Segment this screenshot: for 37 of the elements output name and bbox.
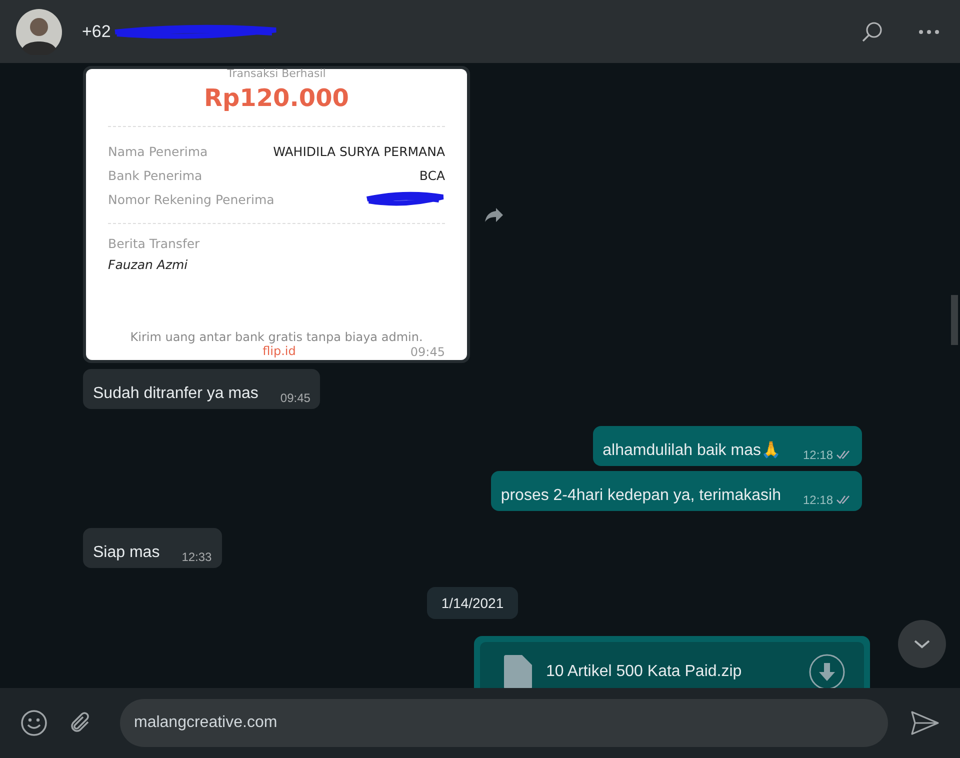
message-text: proses 2-4hari kedepan ya, terimakasih	[500, 487, 781, 505]
search-icon[interactable]	[860, 20, 884, 44]
message-input[interactable]: malangcreative.com	[120, 699, 888, 747]
receipt-footer: Kirim uang antar bank gratis tanpa biaya admin.	[108, 330, 445, 344]
send-icon[interactable]	[910, 710, 940, 736]
receipt-amount: Rp120.000	[203, 84, 350, 112]
message-time: 09:45	[410, 345, 445, 359]
avatar[interactable]	[16, 8, 62, 54]
file-message[interactable]: 10 Artikel 500 Kata Paid.zip	[474, 636, 870, 688]
receipt-label: Bank Penerima	[108, 168, 202, 182]
message-time: 12:33	[182, 550, 212, 564]
emoji-icon[interactable]	[20, 709, 48, 737]
file-icon	[504, 655, 532, 688]
forward-icon[interactable]	[484, 206, 504, 222]
receipt-value: WAHIDILA SURYA PERMANA	[273, 144, 445, 158]
date-chip: 1/14/2021	[427, 587, 518, 619]
receipt-label: Berita Transfer	[108, 236, 201, 251]
receipt-value: BCA	[419, 168, 445, 182]
receipt-label: Nomor Rekening Penerima	[108, 192, 274, 206]
contact-name: +62	[82, 22, 111, 42]
chevron-down-icon	[913, 639, 931, 649]
image-message[interactable]: Transaksi Berhasil Rp120.000 Nama Penerima WAHIDILA SURYA PERMANA Bank Penerima BCA Nomor Rekening Penerima Berita Transfer Fauzan Azmi Kirim uang antar bank gratis tanpa biaya admin. flip.id 09:45	[83, 66, 470, 363]
menu-icon[interactable]	[918, 28, 940, 34]
double-check-icon	[836, 495, 852, 505]
receipt-note: Fauzan Azmi	[108, 257, 189, 272]
scrollbar-thumb[interactable]	[951, 295, 958, 345]
receipt-status: Transaksi Berhasil	[226, 67, 327, 80]
message-text: alhamdulilah baik mas🙏	[602, 440, 781, 460]
message-text: Sudah ditranfer ya mas	[93, 385, 258, 403]
double-check-icon	[836, 450, 852, 460]
file-name: 10 Artikel 500 Kata Paid.zip	[546, 663, 743, 681]
message-time: 12:18	[802, 493, 852, 507]
message-time: 09:45	[280, 391, 310, 405]
download-icon[interactable]	[808, 653, 846, 688]
message-time: 12:18	[802, 448, 852, 462]
receipt-label: Nama Penerima	[108, 144, 208, 158]
message-text: Siap mas	[93, 544, 160, 562]
